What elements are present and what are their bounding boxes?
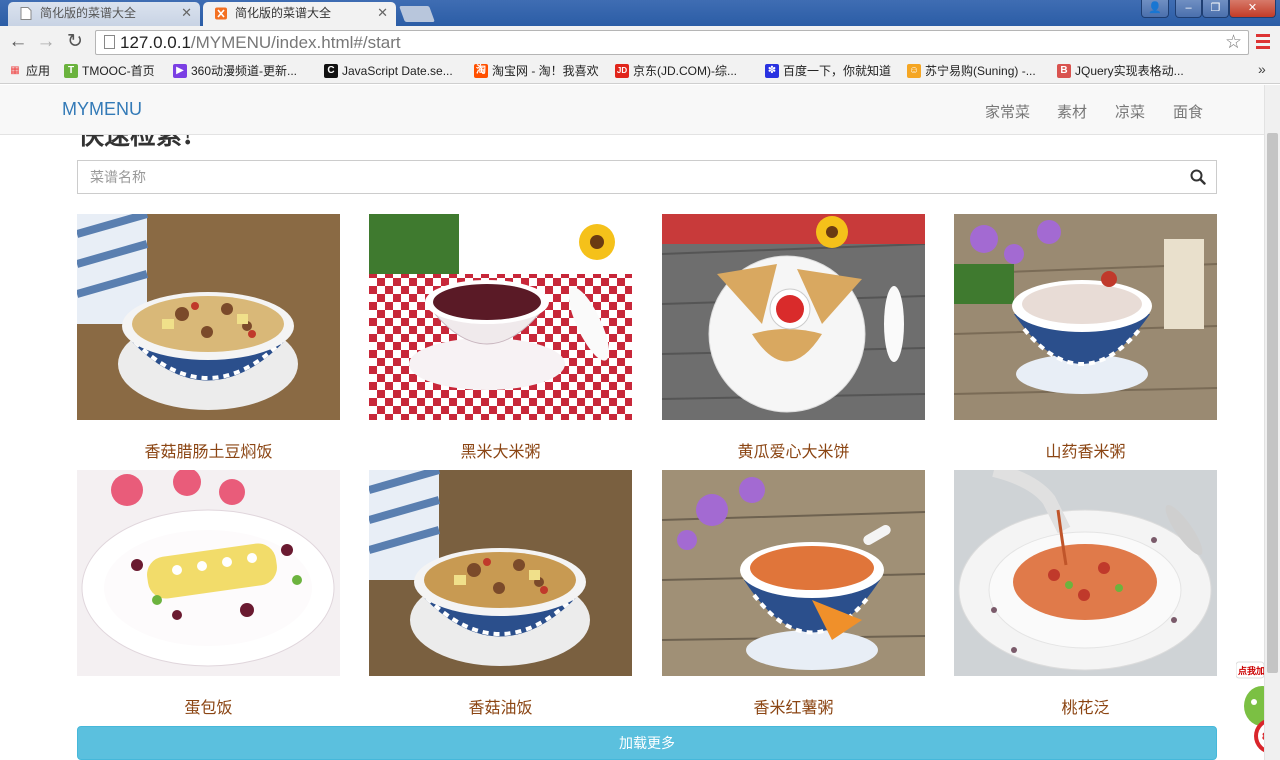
new-tab-button[interactable] bbox=[399, 6, 435, 22]
recipe-photo[interactable] bbox=[661, 214, 926, 420]
bookmark-item[interactable]: ▶ 360动漫频道-更新... bbox=[173, 63, 297, 81]
paw-icon: ✽ bbox=[765, 64, 779, 78]
load-more-button[interactable]: 加载更多 bbox=[77, 726, 1217, 760]
recipe-card[interactable]: 山药香米粥 bbox=[953, 214, 1218, 462]
bookmark-favicon-icon: JD bbox=[615, 64, 629, 78]
nav-link-ingredients[interactable]: 素材 bbox=[1057, 101, 1087, 122]
bookmark-item[interactable]: T TMOOC-首页 bbox=[64, 63, 155, 81]
recipe-title[interactable]: 黑米大米粥 bbox=[369, 438, 632, 462]
address-bar[interactable]: 127.0.0.1/MYMENU/index.html#/start ☆ bbox=[95, 30, 1249, 55]
bookmark-item[interactable]: JD 京东(JD.COM)-综... bbox=[615, 63, 737, 81]
tab-title: 简化版的菜谱大全 bbox=[235, 6, 332, 20]
nav-link-cold-dishes[interactable]: 凉菜 bbox=[1115, 101, 1145, 122]
tab-close-icon[interactable]: ✕ bbox=[377, 2, 388, 24]
recipe-card[interactable]: 桃花泛 bbox=[954, 463, 1217, 718]
recipe-title[interactable]: 山药香米粥 bbox=[954, 438, 1217, 462]
bookmarks-bar: ▦ 应用 T TMOOC-首页 ▶ 360动漫频道-更新... C JavaScript Da… bbox=[0, 59, 1280, 84]
bookmark-item[interactable]: ☺ 苏宁易购(Suning) -... bbox=[907, 63, 1036, 81]
tab-close-icon[interactable]: ✕ bbox=[181, 2, 192, 24]
tab-title: 简化版的菜谱大全 bbox=[40, 6, 137, 20]
browser-tab-strip: 简化版的菜谱大全 ✕ 简化版的菜谱大全 ✕ 👤 ‒ ❐ ✕ bbox=[0, 0, 1280, 26]
floater-label: 点我加速 bbox=[1238, 665, 1264, 676]
page-icon bbox=[20, 7, 32, 20]
brand-link[interactable]: MYMENU bbox=[62, 99, 142, 120]
recipe-title[interactable]: 香菇油饭 bbox=[369, 694, 632, 718]
recipe-photo[interactable] bbox=[661, 470, 926, 676]
apps-grid-icon: ▦ bbox=[10, 65, 20, 76]
browser-tab-inactive[interactable]: 简化版的菜谱大全 ✕ bbox=[8, 2, 200, 26]
recipe-card[interactable]: 香米红薯粥 bbox=[661, 470, 926, 718]
bookmark-label: 京东(JD.COM)-综... bbox=[633, 64, 737, 78]
forward-arrow-icon[interactable]: → bbox=[34, 30, 58, 54]
recipe-title[interactable]: 蛋包饭 bbox=[77, 694, 340, 718]
search-input[interactable] bbox=[78, 161, 1178, 193]
vertical-scrollbar[interactable] bbox=[1264, 85, 1280, 760]
recipe-title[interactable]: 黄瓜爱心大米饼 bbox=[662, 438, 925, 462]
speedup-floater-icon[interactable]: 点我加速 86 bbox=[1236, 658, 1264, 760]
smile-icon: ☺ bbox=[907, 64, 921, 78]
bookmark-label: 应用 bbox=[26, 64, 51, 78]
xampp-favicon-icon bbox=[215, 7, 227, 20]
bookmark-item[interactable]: B JQuery实现表格动... bbox=[1057, 63, 1184, 81]
search-icon[interactable] bbox=[1190, 169, 1206, 185]
page-viewport: MYMENU 家常菜 素材 凉菜 面食 快速检索! 香菇腊肠土豆焖饭 bbox=[0, 85, 1264, 760]
bookmark-item[interactable]: 淘淘宝网 - 淘！我喜欢 bbox=[474, 63, 599, 81]
recipe-photo[interactable] bbox=[953, 214, 1218, 420]
recipe-title[interactable]: 香菇腊肠土豆焖饭 bbox=[77, 438, 340, 462]
user-profile-icon[interactable]: 👤 bbox=[1141, 0, 1169, 18]
nav-link-homestyle[interactable]: 家常菜 bbox=[985, 101, 1030, 122]
minimize-button[interactable]: ‒ bbox=[1175, 0, 1202, 18]
recipe-card[interactable]: 黄瓜爱心大米饼 bbox=[661, 214, 926, 462]
nav-link-noodles[interactable]: 面食 bbox=[1173, 101, 1203, 122]
browser-toolbar: ← → ↻ 127.0.0.1/MYMENU/index.html#/start… bbox=[0, 26, 1280, 59]
recipe-photo[interactable] bbox=[75, 210, 340, 420]
play-icon: ▶ bbox=[173, 64, 187, 78]
bookmark-label: TMOOC-首页 bbox=[82, 64, 155, 78]
bookmark-item[interactable]: ▦ 应用 bbox=[8, 63, 50, 81]
bookmark-label: JQuery实现表格动... bbox=[1075, 64, 1184, 78]
recipe-card[interactable]: 黑米大米粥 bbox=[369, 214, 632, 462]
close-window-button[interactable]: ✕ bbox=[1229, 0, 1276, 18]
bookmark-label: 百度一下，你就知道 bbox=[783, 64, 892, 78]
bookmark-item[interactable]: ✽ 百度一下，你就知道 bbox=[765, 63, 891, 81]
bookmark-favicon-icon: C bbox=[324, 64, 338, 78]
site-navbar: MYMENU 家常菜 素材 凉菜 面食 bbox=[0, 85, 1264, 135]
browser-menu-icon[interactable] bbox=[1256, 34, 1270, 50]
bookmark-favicon-icon: B bbox=[1057, 64, 1071, 78]
reload-icon[interactable]: ↻ bbox=[63, 30, 87, 54]
recipe-card[interactable]: 香菇油饭 bbox=[367, 466, 632, 718]
recipe-card[interactable]: 蛋包饭 bbox=[77, 468, 340, 718]
bookmark-favicon-icon: T bbox=[64, 64, 78, 78]
recipe-photo[interactable] bbox=[367, 466, 632, 676]
bookmark-label: JavaScript Date.se... bbox=[342, 64, 453, 78]
bookmark-label: 淘宝网 - 淘！我喜欢 bbox=[492, 64, 599, 78]
bookmark-star-icon[interactable]: ☆ bbox=[1225, 31, 1242, 54]
search-box bbox=[77, 160, 1217, 194]
maximize-button[interactable]: ❐ bbox=[1202, 0, 1229, 18]
back-arrow-icon[interactable]: ← bbox=[6, 30, 30, 54]
recipe-title[interactable]: 桃花泛 bbox=[954, 694, 1217, 718]
recipe-photo[interactable] bbox=[77, 468, 340, 676]
recipe-photo[interactable] bbox=[369, 214, 632, 420]
url-text: 127.0.0.1/MYMENU/index.html#/start bbox=[120, 33, 401, 52]
bookmark-label: 360动漫频道-更新... bbox=[191, 64, 298, 78]
bookmark-label: 苏宁易购(Suning) -... bbox=[925, 64, 1036, 78]
recipe-card[interactable]: 香菇腊肠土豆焖饭 bbox=[75, 210, 340, 462]
browser-tab-active[interactable]: 简化版的菜谱大全 ✕ bbox=[203, 2, 396, 26]
bookmark-favicon-icon: 淘 bbox=[474, 64, 488, 78]
scrollbar-thumb[interactable] bbox=[1267, 133, 1278, 673]
recipe-title[interactable]: 香米红薯粥 bbox=[662, 694, 925, 718]
bookmarks-overflow-icon[interactable]: » bbox=[1258, 61, 1266, 77]
bookmark-item[interactable]: C JavaScript Date.se... bbox=[324, 63, 453, 81]
page-icon bbox=[104, 35, 115, 49]
recipe-photo[interactable] bbox=[954, 463, 1217, 676]
